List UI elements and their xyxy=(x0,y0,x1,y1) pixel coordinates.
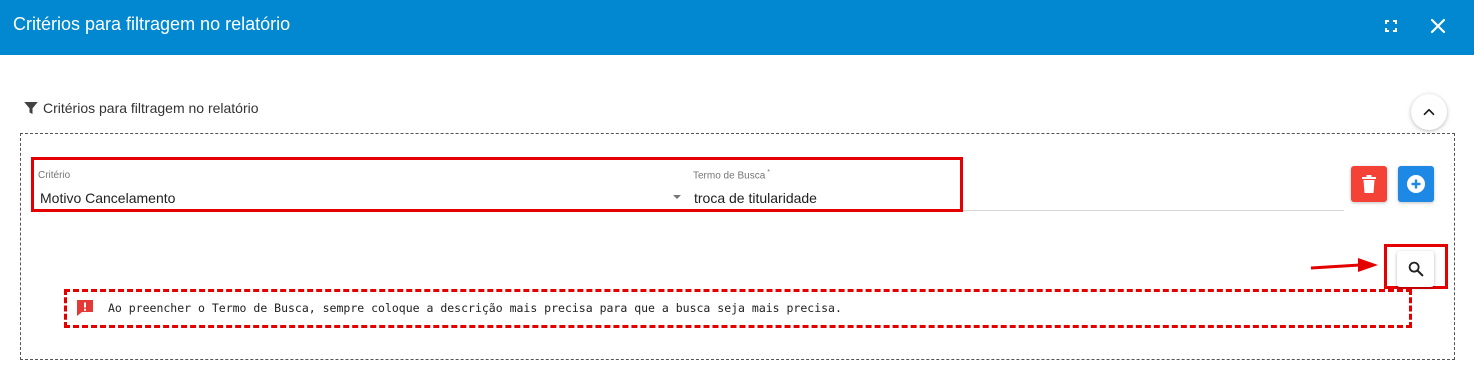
close-icon[interactable] xyxy=(1426,14,1450,38)
dialog-header: Critérios para filtragem no relatório xyxy=(0,0,1474,55)
add-criterion-button[interactable] xyxy=(1398,166,1434,202)
filter-icon xyxy=(24,102,38,114)
dialog-title: Critérios para filtragem no relatório xyxy=(13,14,291,34)
search-icon xyxy=(1408,261,1423,277)
trash-icon xyxy=(1362,175,1376,193)
fullscreen-icon[interactable] xyxy=(1379,14,1403,38)
alert-message-icon xyxy=(77,300,93,316)
section-header: Critérios para filtragem no relatório xyxy=(22,97,259,119)
add-circle-icon xyxy=(1407,175,1425,193)
search-button[interactable] xyxy=(1397,251,1434,287)
fields-highlight xyxy=(31,157,963,212)
collapse-button[interactable] xyxy=(1411,94,1447,130)
warning-text: Ao preencher o Termo de Busca, sempre co… xyxy=(108,301,842,315)
arrow-annotation xyxy=(1310,258,1378,272)
chevron-up-icon xyxy=(1423,108,1435,116)
delete-criterion-button[interactable] xyxy=(1351,166,1387,202)
section-title: Critérios para filtragem no relatório xyxy=(43,100,259,116)
